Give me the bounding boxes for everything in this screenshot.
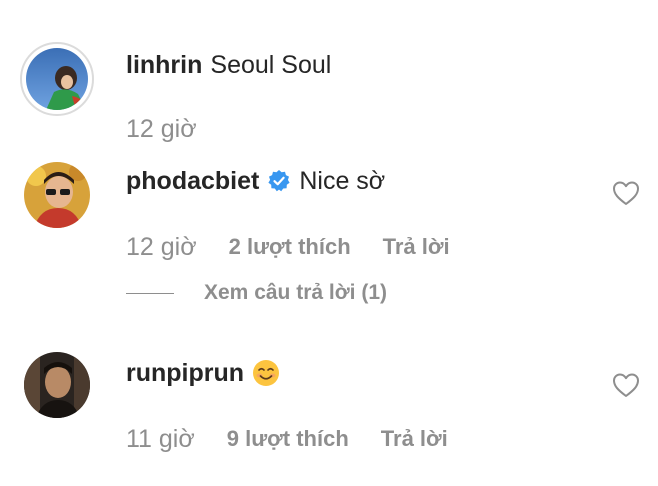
avatar-runpiprun[interactable] (24, 352, 90, 418)
comment-text: Nice sờ (299, 167, 386, 195)
reply-button[interactable]: Trả lời (383, 234, 450, 260)
heart-outline-icon[interactable] (612, 180, 640, 206)
heart-outline-icon[interactable] (612, 372, 640, 398)
username-link[interactable]: phodacbiet (126, 166, 259, 196)
reply-button[interactable]: Trả lời (381, 426, 448, 452)
smiling-face-emoji (252, 359, 280, 387)
comment-text: Seoul Soul (210, 51, 332, 79)
view-replies-button[interactable]: Xem câu trả lời (1) (126, 278, 387, 308)
replies-divider (126, 292, 174, 294)
comment-meta: 12 giờ (126, 114, 197, 144)
comment-meta: 11 giờ 9 lượt thích Trả lời (126, 424, 448, 454)
comment-time[interactable]: 12 giờ (126, 115, 197, 144)
avatar-linhrin[interactable] (26, 48, 88, 110)
likes-count-button[interactable]: 9 lượt thích (227, 426, 349, 452)
comment-time[interactable]: 11 giờ (126, 425, 195, 454)
comment-body: runpiprun (126, 358, 280, 388)
avatar-phodacbiet[interactable] (24, 162, 90, 228)
comment-meta: 12 giờ 2 lượt thích Trả lời (126, 232, 450, 262)
verified-badge-icon (267, 169, 291, 193)
view-replies-label: Xem câu trả lời (1) (204, 281, 387, 304)
username-link[interactable]: linhrin (126, 50, 202, 80)
comment-body: phodacbiet Nice sờ (126, 166, 385, 196)
comment-body: linhrin Seoul Soul (126, 50, 331, 80)
comment-time[interactable]: 12 giờ (126, 233, 197, 262)
likes-count-button[interactable]: 2 lượt thích (229, 234, 351, 260)
username-link[interactable]: runpiprun (126, 358, 244, 388)
